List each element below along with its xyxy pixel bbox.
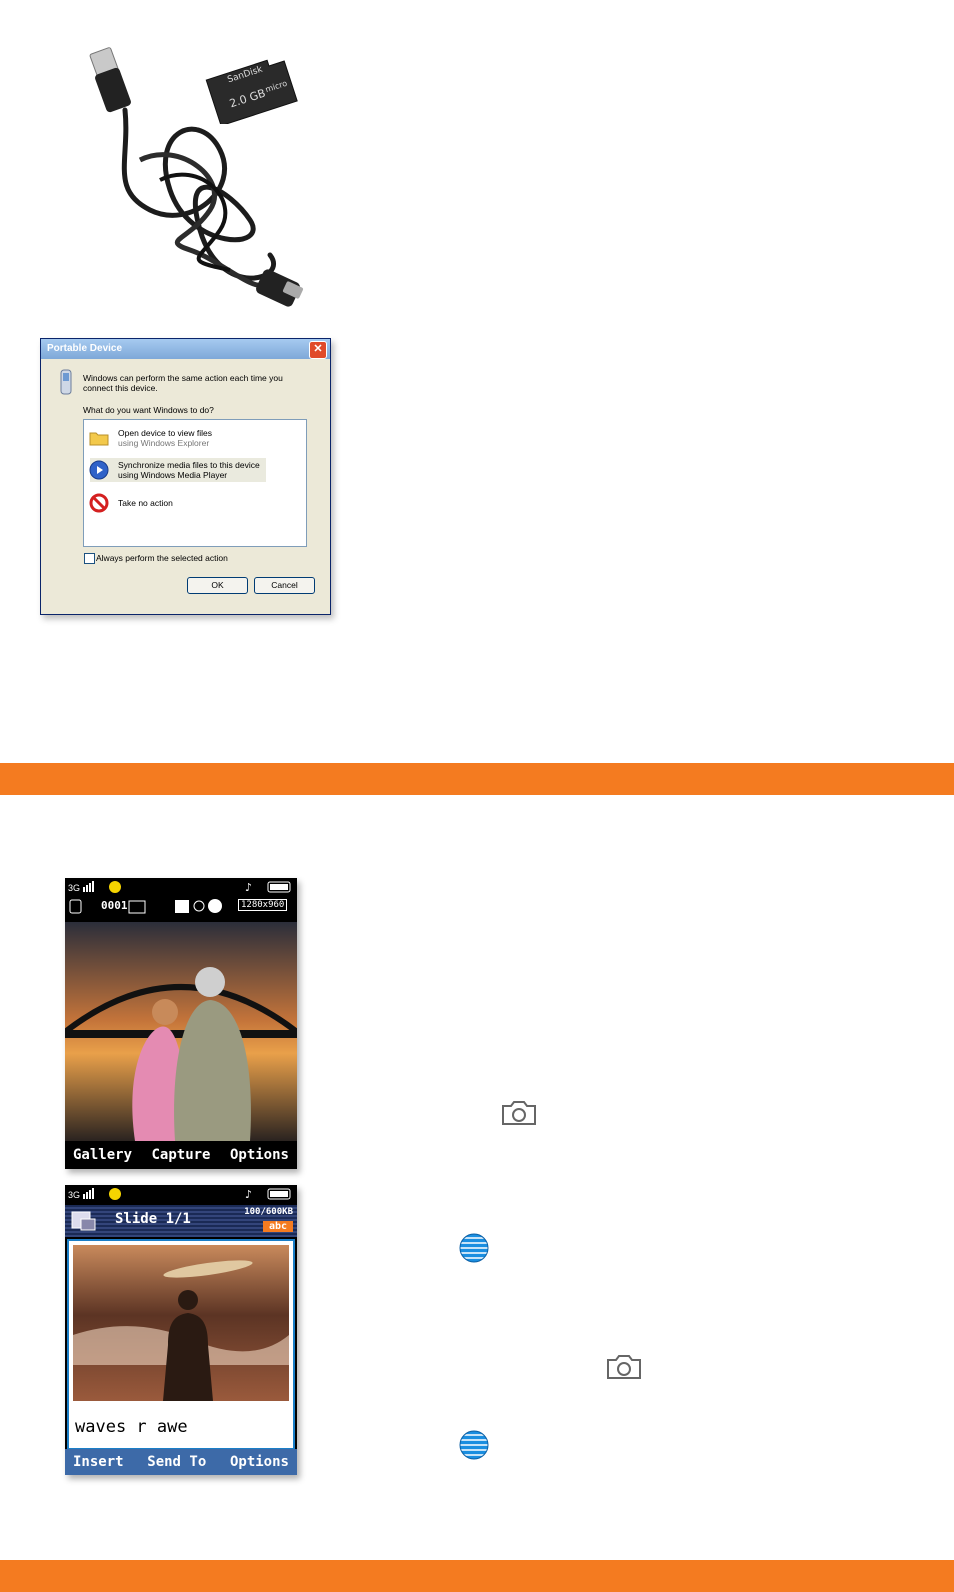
always-checkbox-label: Always perform the selected action (96, 553, 228, 563)
options-softkey-2[interactable]: Options (230, 1454, 289, 1470)
svg-text:3G: 3G (68, 883, 80, 893)
status-bar-2: 3G ♪ (65, 1185, 297, 1203)
slide-icon (71, 1211, 96, 1231)
option-no-action-line1: Take no action (118, 498, 173, 508)
gallery-softkey[interactable]: Gallery (73, 1147, 132, 1163)
svg-text:♪: ♪ (245, 1188, 252, 1201)
status-bar: 3G ♪ (65, 878, 297, 896)
section-divider-band-2 (0, 1560, 954, 1592)
message-text: waves r awe (75, 1417, 188, 1437)
close-icon[interactable]: ✕ (309, 341, 327, 359)
portable-device-dialog: Portable Device ✕ Windows can perform th… (40, 338, 331, 615)
svg-text:3G: 3G (68, 1190, 80, 1200)
ok-button[interactable]: OK (187, 577, 248, 594)
dialog-title: Portable Device (47, 343, 123, 354)
device-icon (60, 369, 72, 395)
status-icons-2: 3G ♪ (68, 1188, 291, 1201)
message-screen: 3G ♪ Slide 1/1 100/600KB abc waves r awe… (65, 1185, 297, 1475)
option-no-action[interactable]: Take no action (89, 492, 300, 514)
option-open-line2: using Windows Explorer (118, 438, 210, 448)
dialog-intro: Windows can perform the same action each… (83, 373, 283, 393)
resolution-badge: 1280x960 (238, 899, 288, 911)
option-open-device[interactable]: Open device to view files using Windows … (89, 426, 300, 452)
option-sync-line2: using Windows Media Player (118, 470, 228, 480)
exposure-icon (175, 899, 222, 913)
message-size: 100/600KB (244, 1207, 293, 1217)
dialog-question: What do you want Windows to do? (83, 405, 214, 415)
capture-softkey[interactable]: Capture (151, 1147, 210, 1163)
microsd-card: SanDisk 2.0 GB micro (205, 52, 300, 127)
section-divider-band (0, 763, 954, 795)
camera-icon-2 (607, 1355, 641, 1379)
svg-text:♪: ♪ (245, 881, 252, 894)
att-globe-icon-2 (459, 1430, 489, 1460)
action-list: Open device to view files using Windows … (83, 419, 307, 547)
media-player-icon (89, 460, 109, 480)
input-mode-badge: abc (262, 1221, 293, 1232)
option-sync-line1: Synchronize media files to this device (118, 460, 260, 470)
att-globe-icon (459, 1233, 489, 1263)
slide-counter: Slide 1/1 (115, 1211, 191, 1227)
camera-icon (502, 1101, 536, 1125)
options-softkey[interactable]: Options (230, 1147, 289, 1163)
attached-photo (73, 1245, 289, 1401)
message-body[interactable]: waves r awe (67, 1239, 295, 1450)
photo-counter: 0001 (101, 899, 128, 912)
no-action-icon (89, 493, 109, 513)
cancel-button[interactable]: Cancel (254, 577, 315, 594)
always-checkbox[interactable] (84, 553, 95, 564)
dialog-titlebar: Portable Device ✕ (41, 339, 330, 359)
message-header: Slide 1/1 100/600KB abc (65, 1205, 297, 1237)
camera-preview-photo (65, 922, 297, 1141)
option-sync-media[interactable]: Synchronize media files to this device u… (89, 458, 266, 482)
camera-settings-bar: 0001 1280x960 (65, 896, 297, 916)
camera-screen: 3G ♪ 0001 1280x960 Gallery Capture Optio… (65, 878, 297, 1169)
status-icons: 3G ♪ (68, 881, 291, 894)
option-open-line1: Open device to view files (118, 428, 213, 438)
insert-softkey[interactable]: Insert (73, 1454, 124, 1470)
camera-softkeys: Gallery Capture Options (65, 1141, 297, 1169)
send-to-softkey[interactable]: Send To (147, 1454, 206, 1470)
message-softkeys: Insert Send To Options (65, 1449, 297, 1475)
folder-icon (89, 432, 109, 446)
